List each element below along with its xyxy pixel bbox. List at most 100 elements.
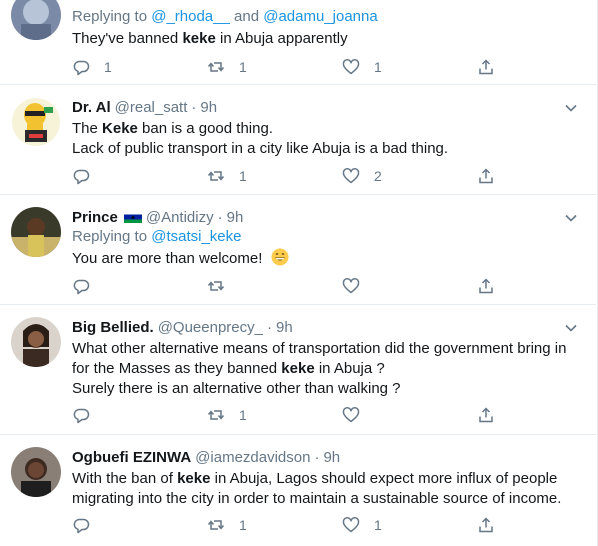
- highlighted-keyword: keke: [177, 470, 211, 487]
- reply-button[interactable]: [72, 165, 104, 187]
- retweet-button[interactable]: 1: [207, 404, 247, 426]
- avatar[interactable]: [11, 447, 61, 497]
- user-handle[interactable]: @real_satt: [115, 99, 188, 116]
- tweet-actions: 11: [72, 514, 512, 536]
- avatar[interactable]: [11, 317, 61, 367]
- tweet-text-line: They've banned keke in Abuja apparently: [72, 29, 572, 49]
- like-button[interactable]: 1: [342, 514, 382, 536]
- like-button[interactable]: [342, 404, 374, 426]
- reply-button[interactable]: [72, 275, 104, 297]
- tweet-header: Dr. Al @real_satt · 9h: [72, 98, 218, 116]
- retweet-count: 1: [239, 59, 247, 75]
- reply-icon: [73, 169, 90, 185]
- retweet-icon: [207, 281, 225, 291]
- tweet-text-line: for the Masses as they banned keke in Ab…: [72, 359, 572, 379]
- timestamp[interactable]: 9h: [227, 209, 244, 226]
- timestamp[interactable]: 9h: [200, 99, 217, 116]
- share-button[interactable]: [477, 514, 495, 536]
- highlighted-keyword: Keke: [102, 120, 138, 137]
- tweet-header: Prince @Antidizy · 9h: [72, 208, 244, 226]
- tweet-text-line: migrating into the city in order to main…: [72, 489, 572, 509]
- like-icon: [342, 168, 360, 184]
- share-button[interactable]: [477, 404, 495, 426]
- reply-count: 1: [104, 59, 112, 75]
- retweet-count: 1: [239, 168, 247, 184]
- share-button[interactable]: [477, 275, 495, 297]
- text-run: Surely there is an alternative other tha…: [72, 380, 401, 397]
- user-handle[interactable]: @Queenprecy_: [158, 319, 263, 336]
- share-icon: [479, 168, 493, 184]
- share-icon: [479, 278, 493, 294]
- text-run: You are more than welcome!: [72, 250, 267, 267]
- text-run: for the Masses as they banned: [72, 360, 282, 377]
- reply-icon: [73, 518, 90, 534]
- tweet-1[interactable]: Replying to @_rhoda__ and @adamu_joanna …: [0, 0, 596, 85]
- tweet-actions: 1: [72, 404, 512, 426]
- retweet-count: 1: [239, 517, 247, 533]
- retweet-button[interactable]: 1: [207, 165, 247, 187]
- tweet-text-line: The Keke ban is a good thing.: [72, 119, 572, 139]
- tweet-feed: Replying to @_rhoda__ and @adamu_joanna …: [0, 0, 598, 546]
- display-name[interactable]: Dr. Al: [72, 99, 111, 116]
- user-handle[interactable]: @iamezdavidson: [195, 449, 310, 466]
- text-run: in Abuja, Lagos should expect more influ…: [210, 470, 558, 487]
- tweet-text-line: With the ban of keke in Abuja, Lagos sho…: [72, 469, 572, 489]
- highlighted-keyword: keke: [281, 360, 315, 377]
- text-run: in Abuja apparently: [215, 30, 348, 47]
- tweet-text-line: What other alternative means of transpor…: [72, 339, 572, 359]
- tweet-3[interactable]: Prince @Antidizy · 9h Replying to @tsats…: [0, 195, 596, 305]
- timestamp[interactable]: 9h: [276, 319, 293, 336]
- tweet-5[interactable]: Ogbuefi EZINWA @iamezdavidson · 9h With …: [0, 435, 596, 546]
- replying-to: Replying to @tsatsi_keke: [72, 228, 242, 245]
- grinning-face-emoji-icon: [271, 248, 289, 266]
- user-handle[interactable]: @Antidizy: [146, 209, 214, 226]
- like-count: 1: [374, 59, 382, 75]
- display-name[interactable]: Prince: [72, 209, 118, 226]
- like-button[interactable]: [342, 275, 374, 297]
- display-name[interactable]: Ogbuefi EZINWA: [72, 449, 191, 466]
- text-run: Lack of public transport in a city like …: [72, 140, 449, 157]
- avatar[interactable]: [11, 97, 61, 147]
- retweet-icon: [207, 62, 225, 72]
- chevron-down-icon[interactable]: [564, 101, 578, 115]
- mention-link[interactable]: @_rhoda__: [151, 8, 230, 25]
- retweet-button[interactable]: [207, 275, 239, 297]
- share-icon: [479, 407, 493, 423]
- retweet-button[interactable]: 1: [207, 514, 247, 536]
- text-run: What other alternative means of transpor…: [72, 340, 567, 357]
- tweet-text: You are more than welcome!: [72, 248, 572, 269]
- tweet-text: With the ban of keke in Abuja, Lagos sho…: [72, 469, 572, 509]
- like-icon: [342, 278, 360, 294]
- mention-link[interactable]: @tsatsi_keke: [151, 228, 241, 245]
- reply-button[interactable]: 1: [72, 56, 112, 78]
- avatar[interactable]: [11, 207, 61, 257]
- retweet-icon: [207, 520, 225, 530]
- like-button[interactable]: 1: [342, 56, 382, 78]
- tweet-text: They've banned keke in Abuja apparently: [72, 29, 572, 49]
- retweet-icon: [207, 410, 225, 420]
- tweet-text-line: You are more than welcome!: [72, 248, 572, 269]
- reply-button[interactable]: [72, 404, 104, 426]
- reply-icon: [73, 60, 90, 76]
- tweet-actions: [72, 275, 512, 297]
- share-button[interactable]: [477, 56, 495, 78]
- share-button[interactable]: [477, 165, 495, 187]
- like-button[interactable]: 2: [342, 165, 382, 187]
- text-run: ban is a good thing.: [137, 120, 273, 137]
- timestamp[interactable]: 9h: [323, 449, 340, 466]
- chevron-down-icon[interactable]: [564, 321, 578, 335]
- avatar[interactable]: [11, 0, 61, 40]
- chevron-down-icon[interactable]: [564, 211, 578, 225]
- retweet-button[interactable]: 1: [207, 56, 247, 78]
- tweet-text: What other alternative means of transpor…: [72, 339, 572, 399]
- mention-link[interactable]: @adamu_joanna: [263, 8, 377, 25]
- tweet-4[interactable]: Big Bellied. @Queenprecy_ · 9h What othe…: [0, 305, 596, 435]
- retweet-icon: [207, 171, 225, 181]
- like-icon: [342, 407, 360, 423]
- share-icon: [479, 59, 493, 75]
- display-name[interactable]: Big Bellied.: [72, 319, 154, 336]
- like-icon: [342, 517, 360, 533]
- highlighted-keyword: keke: [182, 30, 216, 47]
- reply-button[interactable]: [72, 514, 104, 536]
- tweet-2[interactable]: Dr. Al @real_satt · 9h The Keke ban is a…: [0, 85, 596, 195]
